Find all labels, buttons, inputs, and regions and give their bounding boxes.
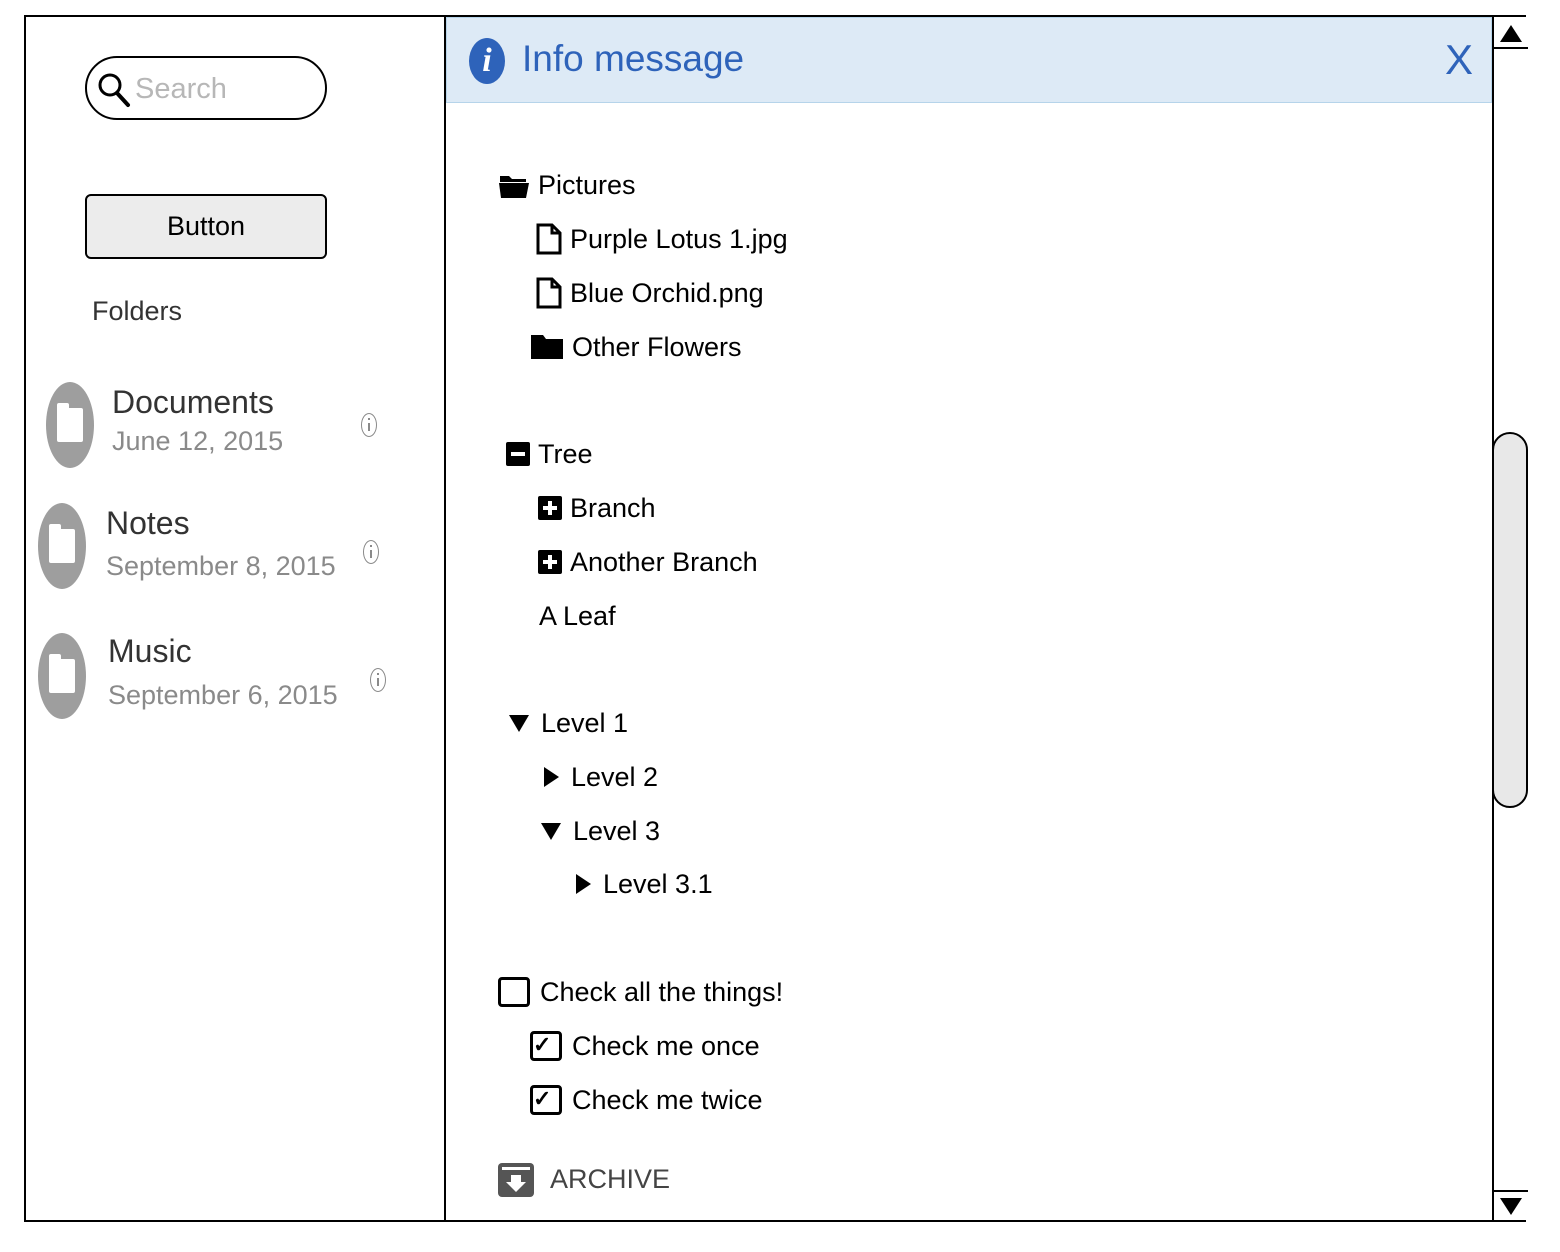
tree-item-label: Level 3	[573, 815, 661, 846]
tree-item-label: Check me once	[572, 1030, 760, 1061]
tree-item-label: Another Branch	[570, 546, 758, 577]
folder-icon	[49, 524, 75, 563]
tree-item-label: Branch	[570, 492, 656, 523]
scroll-down-arrow-icon[interactable]	[1500, 1198, 1522, 1215]
sidebar: Button Folders Documents June 12, 2015 N…	[26, 17, 446, 1220]
tree-item-level-1[interactable]: Level 1	[509, 705, 628, 741]
tree-item-label: Level 2	[571, 761, 659, 792]
tree-item-label: Other Flowers	[572, 331, 742, 362]
tree-item-label: Check all the things!	[540, 976, 784, 1007]
folder-title: Notes	[106, 505, 190, 541]
archive-download-icon	[498, 1163, 534, 1197]
folder-avatar	[38, 633, 86, 719]
search-input[interactable]	[135, 72, 315, 106]
tree-item-level-3-1[interactable]: Level 3.1	[576, 866, 713, 902]
info-icon[interactable]	[370, 668, 386, 692]
file-icon	[536, 277, 562, 309]
tree-item-level-2[interactable]: Level 2	[544, 759, 658, 795]
info-icon[interactable]	[363, 540, 379, 564]
folder-item-documents[interactable]: Documents June 12, 2015	[26, 379, 444, 479]
archive-label: ARCHIVE	[550, 1163, 671, 1194]
scrollbar-thumb[interactable]	[1492, 432, 1528, 808]
tree-item-leaf[interactable]: A Leaf	[539, 598, 616, 634]
primary-button[interactable]: Button	[85, 194, 327, 259]
file-icon	[536, 223, 562, 255]
scroll-up-arrow-icon[interactable]	[1500, 25, 1522, 42]
tree-item-label: Purple Lotus 1.jpg	[570, 223, 788, 254]
tree-item-label: Check me twice	[572, 1084, 763, 1115]
search-box[interactable]	[85, 56, 327, 120]
folder-icon	[49, 654, 75, 693]
plus-box-icon[interactable]	[538, 550, 562, 574]
info-message-bar: i Info message X	[446, 17, 1492, 103]
archive-item[interactable]: ARCHIVE	[498, 1161, 670, 1197]
plus-box-icon[interactable]	[538, 496, 562, 520]
folder-title: Documents	[112, 384, 274, 420]
tree-item-label: Pictures	[538, 169, 636, 200]
checkbox-unchecked[interactable]	[498, 977, 530, 1007]
folder-title: Music	[108, 633, 192, 669]
checkbox-checked[interactable]: ✓	[530, 1085, 562, 1115]
tree-item-label: Blue Orchid.png	[570, 277, 764, 308]
folder-icon	[531, 335, 563, 359]
tree-item-branch[interactable]: Branch	[538, 490, 656, 526]
folder-icon	[57, 403, 83, 442]
folder-open-icon	[499, 176, 529, 198]
scrollbar-divider	[1494, 1190, 1528, 1192]
checkbox-checked[interactable]: ✓	[530, 1031, 562, 1061]
triangle-down-icon[interactable]	[541, 822, 561, 840]
tree-item-check-twice[interactable]: ✓ Check me twice	[530, 1082, 763, 1118]
scrollbar-divider	[1494, 47, 1528, 49]
tree-item-label: A Leaf	[539, 600, 616, 631]
info-icon: i	[469, 38, 505, 84]
triangle-right-icon[interactable]	[544, 767, 559, 787]
tree-item-tree[interactable]: Tree	[506, 436, 593, 472]
folder-date: June 12, 2015	[112, 426, 284, 456]
tree-item-branch[interactable]: Another Branch	[538, 544, 758, 580]
main-content: i Info message X Pictures Purple Lotus 1…	[446, 17, 1492, 1220]
folder-date: September 6, 2015	[108, 680, 338, 710]
close-button[interactable]: X	[1445, 36, 1473, 84]
info-message-title: Info message	[522, 38, 745, 79]
tree-item-label: Level 3.1	[603, 868, 713, 899]
folder-avatar	[46, 382, 94, 468]
tree-item-file[interactable]: Purple Lotus 1.jpg	[536, 221, 788, 257]
folders-heading: Folders	[92, 296, 183, 326]
tree-item-folder[interactable]: Other Flowers	[530, 329, 742, 365]
vertical-scrollbar[interactable]	[1492, 17, 1528, 1220]
info-icon[interactable]	[361, 413, 377, 437]
triangle-right-icon[interactable]	[576, 874, 591, 894]
tree-item-check-all[interactable]: Check all the things!	[498, 974, 783, 1010]
folder-avatar	[38, 503, 86, 589]
folder-item-music[interactable]: Music September 6, 2015	[26, 630, 444, 730]
tree-item-level-3[interactable]: Level 3	[541, 813, 660, 849]
app-window: Button Folders Documents June 12, 2015 N…	[24, 15, 1528, 1222]
minus-box-icon[interactable]	[506, 442, 530, 466]
tree-item-label: Level 1	[541, 707, 629, 738]
tree-item-check-once[interactable]: ✓ Check me once	[530, 1028, 760, 1064]
tree-item-file[interactable]: Blue Orchid.png	[536, 275, 764, 311]
triangle-down-icon[interactable]	[509, 714, 529, 732]
folder-item-notes[interactable]: Notes September 8, 2015	[26, 500, 444, 600]
search-icon	[98, 73, 130, 107]
folder-date: September 8, 2015	[106, 551, 336, 581]
tree-item-label: Tree	[538, 438, 593, 469]
tree-item-pictures[interactable]: Pictures	[498, 167, 636, 203]
